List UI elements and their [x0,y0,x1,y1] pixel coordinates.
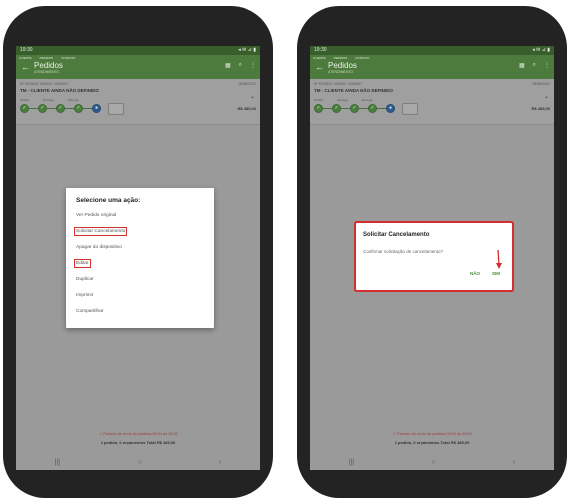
cancel-dialog: Solicitar Cancelamento Confirmar solicit… [356,223,512,290]
stage-label: Entrega [337,98,348,102]
check-icon: ✓ [20,104,29,113]
check-icon: ✓ [56,104,65,113]
status-icons: ◂ ✉ ⊿ ▮ [532,47,550,53]
order-card[interactable]: Nº PEDIDO: 000000 / 0000047 05/08/2021 T… [310,79,554,125]
menu-item-ver-pedido[interactable]: Ver Pedido original [76,213,116,218]
app-bar: CLIENTE PEDIDOS CONTATO ← Pedidos ATENDI… [310,55,554,79]
chevron-down-icon[interactable]: ⌄ [544,93,549,100]
stage-pending-box [108,103,124,115]
check-icon: ✓ [314,104,323,113]
back-icon[interactable]: ‹ [513,459,515,466]
stage-label: Pedido [20,98,30,102]
order-stages: ✓ ✓ ✓ ✓ ● [314,103,434,115]
status-time: 19:30 [314,47,327,53]
footer-warning: ⓘ Período de envio de pedidos 09:01 às 2… [98,432,178,436]
more-options-icon[interactable]: ⋮ [544,62,550,69]
stage-label: Entrega [67,98,79,102]
tab-cliente[interactable]: CLIENTE [19,56,32,60]
dialog-no-button[interactable]: NÃO [470,271,480,276]
status-bar: 19:30 ◂ ✉ ⊿ ▮ [310,46,554,55]
footer-summary: 1 pedido, 0 orçamentos Total R$ 485,00 [100,440,176,445]
stage-pending-box [402,103,418,115]
menu-item-compartilhar[interactable]: Compartilhar [76,309,103,314]
check-icon: ✓ [38,104,47,113]
order-total: R$ 485,00 [237,106,256,111]
check-icon: ✓ [368,104,377,113]
footer-warning: ⓘ Período de envio de pedidos 09:01 às 2… [392,432,472,436]
screen-left: 19:30 ◂ ✉ ⊿ ▮ CLIENTE PEDIDOS CONTATO ← … [16,46,260,470]
action-menu: Selecione uma ação: Ver Pedido original … [66,188,214,328]
dialog-title: Solicitar Cancelamento [363,232,430,238]
app-tabs: CLIENTE PEDIDOS CONTATO [19,56,75,60]
filter-icon[interactable]: ▦ [225,62,231,69]
tab-contato[interactable]: CONTATO [355,56,369,60]
tab-pedidos[interactable]: PEDIDOS [334,56,348,60]
menu-item-imprimir[interactable]: Imprimir [76,293,93,298]
menu-item-solicitar-cancelamento[interactable]: Solicitar Cancelamento [73,226,128,237]
screen-right: 19:30 ◂ ✉ ⊿ ▮ CLIENTE PEDIDOS CONTATO ← … [310,46,554,470]
order-number: Nº PEDIDO: 000000 / 0000047 [20,82,69,86]
order-number: Nº PEDIDO: 000000 / 0000047 [314,82,363,86]
page-subtitle: ATENDIMENTO [34,70,60,74]
tab-pedidos[interactable]: PEDIDOS [40,56,54,60]
chevron-down-icon[interactable]: ⌄ [250,93,255,100]
phone-left: 19:30 ◂ ✉ ⊿ ▮ CLIENTE PEDIDOS CONTATO ← … [3,6,273,498]
back-arrow-icon[interactable]: ← [315,62,324,72]
more-options-icon[interactable]: ⋮ [250,62,256,69]
order-client: TM - CLIENTE AINDA NÃO DEFINIDO [20,88,99,93]
stage-label: Entrega [361,98,373,102]
app-bar: CLIENTE PEDIDOS CONTATO ← Pedidos ATENDI… [16,55,260,79]
tab-cliente[interactable]: CLIENTE [313,56,326,60]
stage-labels: Pedido Entrega Entrega [20,98,78,102]
stage-label: Entrega [43,98,54,102]
page-subtitle: ATENDIMENTO [328,70,354,74]
current-stage-icon: ● [386,104,395,113]
check-icon: ✓ [332,104,341,113]
stage-labels: Pedido Entrega Entrega [314,98,372,102]
order-total: R$ 485,00 [531,106,550,111]
check-icon: ✓ [350,104,359,113]
app-actions: ▦ ⌕ ⋮ [225,62,256,69]
back-icon[interactable]: ‹ [219,459,221,466]
order-client: TM - CLIENTE AINDA NÃO DEFINIDO [314,88,393,93]
order-date: 05/08/2021 [238,82,256,86]
check-icon: ✓ [74,104,83,113]
status-icons: ◂ ✉ ⊿ ▮ [238,47,256,53]
page-title: Pedidos [328,61,357,70]
page-title: Pedidos [34,61,63,70]
stage-label: Pedido [314,98,324,102]
nav-bar: ||| ○ ‹ [16,454,260,470]
search-icon[interactable]: ⌕ [533,62,536,69]
menu-title: Selecione uma ação: [76,197,141,204]
dialog-message: Confirmar solicitação de cancelamento? [363,249,444,254]
red-arrow-icon [496,250,502,269]
app-actions: ▦ ⌕ ⋮ [519,62,550,69]
order-stages: ✓ ✓ ✓ ✓ ● [20,103,140,115]
dialog-yes-button[interactable]: SIM [492,271,500,276]
order-date: 05/08/2021 [532,82,550,86]
phone-right: 19:30 ◂ ✉ ⊿ ▮ CLIENTE PEDIDOS CONTATO ← … [297,6,567,498]
filter-icon[interactable]: ▦ [519,62,525,69]
search-icon[interactable]: ⌕ [239,62,242,69]
nav-bar: ||| ○ ‹ [310,454,554,470]
app-tabs: CLIENTE PEDIDOS CONTATO [313,56,369,60]
footer-summary: 1 pedido, 0 orçamentos Total R$ 485,00 [394,440,470,445]
current-stage-icon: ● [92,104,101,113]
menu-item-apagar[interactable]: Apagar do dispositivo [76,245,122,250]
tab-contato[interactable]: CONTATO [61,56,75,60]
order-card[interactable]: Nº PEDIDO: 000000 / 0000047 05/08/2021 T… [16,79,260,125]
home-icon[interactable]: ○ [431,459,435,466]
recents-icon[interactable]: ||| [55,459,60,466]
status-time: 19:30 [20,47,33,53]
menu-item-editar[interactable]: Editar [73,258,91,269]
home-icon[interactable]: ○ [137,459,141,466]
menu-item-duplicar[interactable]: Duplicar [76,277,94,282]
recents-icon[interactable]: ||| [349,459,354,466]
status-bar: 19:30 ◂ ✉ ⊿ ▮ [16,46,260,55]
back-arrow-icon[interactable]: ← [21,62,30,72]
